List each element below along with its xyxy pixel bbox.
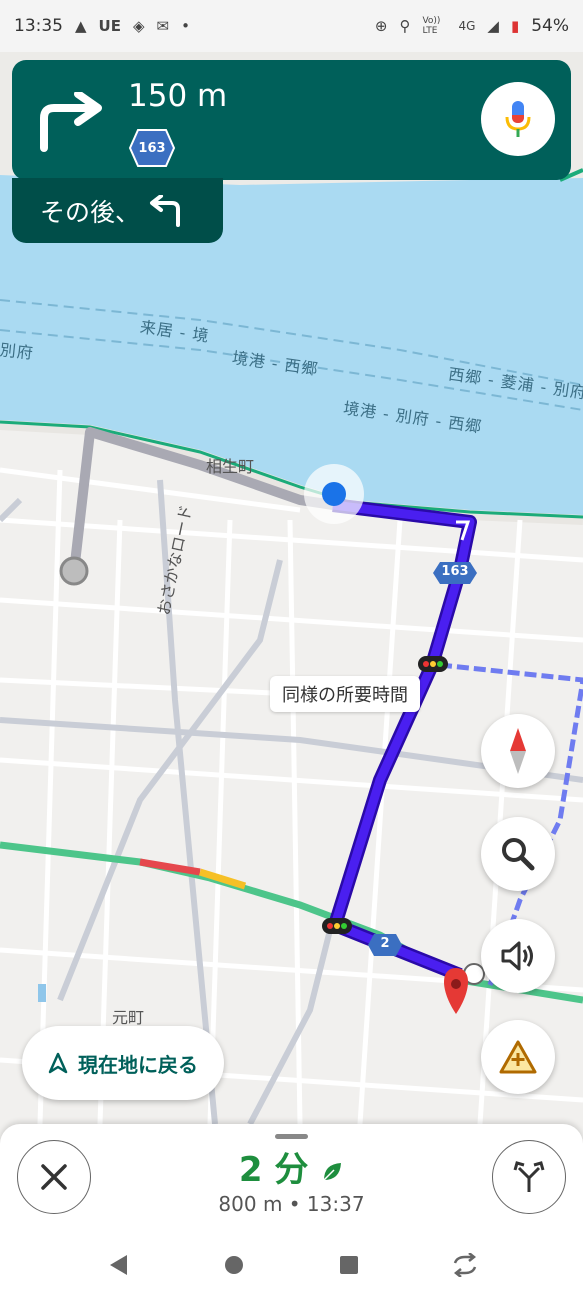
volte-label: Vo)) LTE [422,16,441,36]
street-label-motomachi: 元町 [112,1008,145,1027]
back-icon [109,1255,127,1275]
navigation-instruction-card[interactable]: 150 m 163 [12,60,571,180]
turn-distance: 150 m [128,78,228,114]
sound-button[interactable] [481,919,555,993]
carrier-text: UE [98,17,121,35]
system-nav-bar [0,1234,583,1296]
location-crosshair-icon: ⊕ [374,17,388,35]
rotate-icon [453,1253,477,1277]
road-shield-2-label: 2 [380,936,390,951]
navigation-arrow-icon: ▲ [75,17,87,35]
trip-summary: 800 m • 13:37 [218,1192,365,1216]
signal-strength-icon: ◢ [487,17,499,35]
compass-button[interactable] [481,714,555,788]
volume-icon [501,941,533,971]
turn-right-icon [40,92,102,152]
road-shield-163-label: 163 [441,564,469,579]
battery-icon: ▮ [510,17,520,35]
location-pin-icon: ⚲ [399,17,411,35]
road-number-badge: 163 [128,128,176,168]
dot-icon: • [181,17,190,35]
directions-icon: ◈ [132,17,145,35]
street-label-aioicho: 相生町 [206,457,255,476]
trip-summary-sheet[interactable]: 2 分 800 m • 13:37 [0,1124,583,1234]
search-icon [502,838,535,871]
home-icon [224,1256,243,1274]
back-button[interactable] [98,1245,138,1285]
voice-search-button[interactable] [481,82,555,156]
navigation-arrow-icon [48,1052,68,1074]
ferry-label-5: 別府 [0,340,35,363]
signal-label: 4G [458,19,476,33]
recents-button[interactable] [329,1245,369,1285]
report-incident-button[interactable] [481,1020,555,1094]
search-button[interactable] [481,817,555,891]
then-instruction-card[interactable]: その後、 [12,178,223,243]
alternate-routes-button[interactable] [492,1140,566,1214]
rotate-button[interactable] [445,1245,485,1285]
similar-time-label[interactable]: 同様の所要時間 [270,676,420,712]
then-label: その後、 [40,197,141,227]
sheet-drag-handle[interactable] [275,1134,308,1139]
leaf-icon [323,1162,342,1181]
status-time: 13:35 [14,16,63,36]
report-incident-icon [499,1040,537,1074]
recenter-button[interactable]: 現在地に戻る [22,1026,224,1100]
mail-icon: ✉ [156,17,170,35]
road-number-label: 163 [138,140,166,156]
recents-icon [340,1256,359,1274]
turn-left-icon [150,194,181,227]
mic-icon [505,101,531,137]
battery-percent: 54% [531,16,569,36]
recenter-label: 現在地に戻る [78,1052,198,1077]
alternate-routes-icon [513,1161,545,1192]
eta-duration: 2 分 [238,1150,309,1190]
status-bar: 13:35 ▲ UE ◈ ✉ • ⊕ ⚲ Vo)) LTE 4G ◢ ▮ 54% [0,0,583,52]
compass-icon [510,728,526,774]
home-button[interactable] [214,1245,254,1285]
